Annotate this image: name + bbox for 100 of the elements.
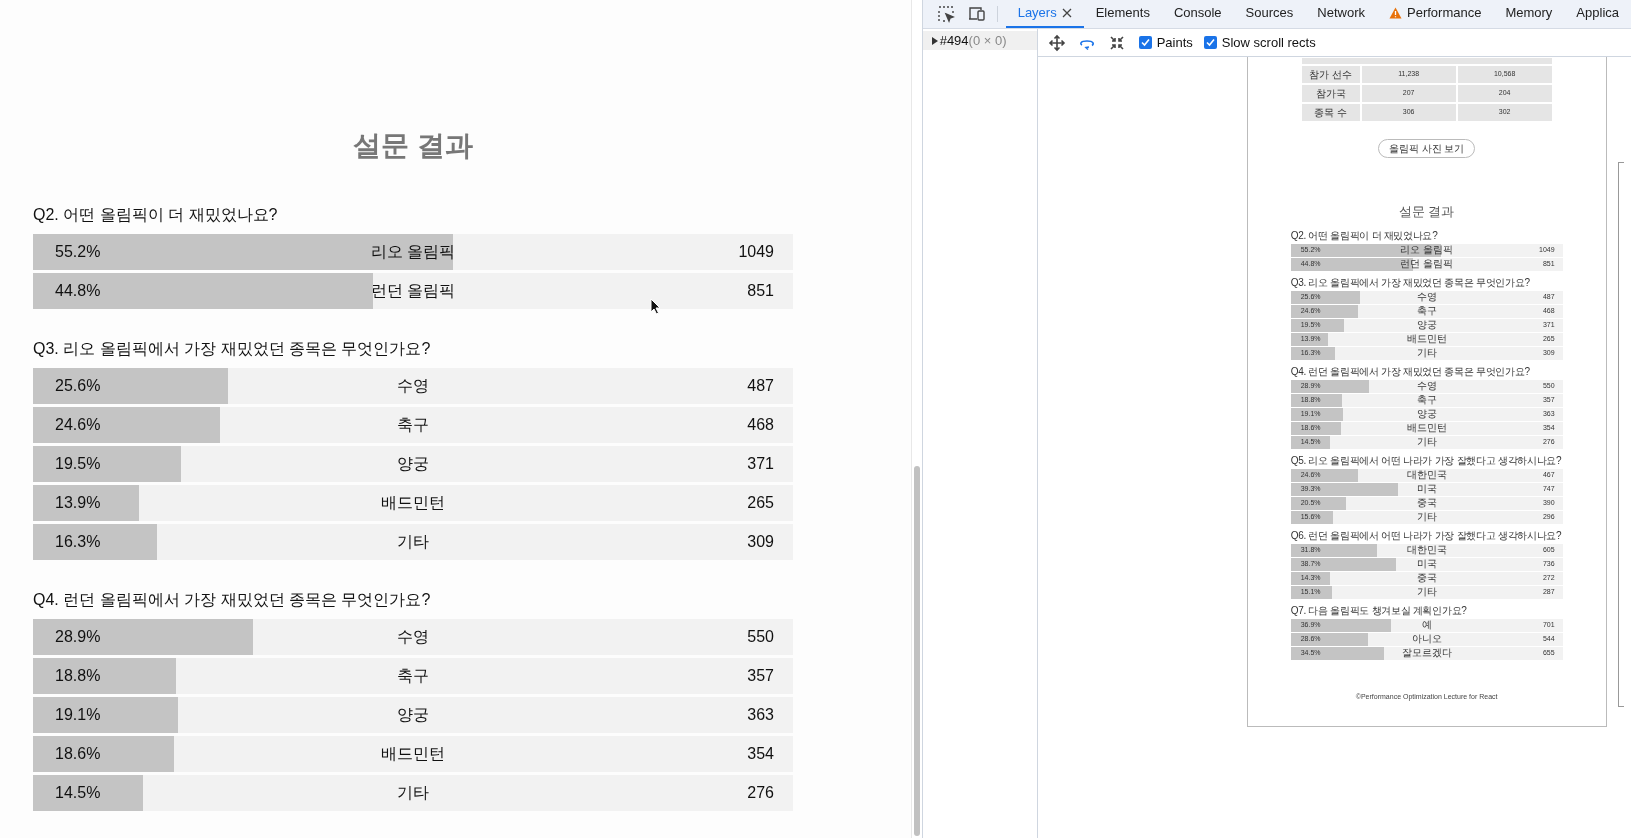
tab-label: Memory	[1505, 4, 1553, 23]
option-label: 양궁	[396, 705, 430, 725]
tab-label: Network	[1317, 4, 1365, 23]
question-text: Q5. 리오 올림픽에서 어떤 나라가 가장 잘했다고 생각하시나요?	[1290, 454, 1563, 467]
option-label: 수영	[396, 376, 430, 396]
devtools-tab[interactable]: Network	[1305, 0, 1377, 28]
option-label: 축구	[396, 415, 430, 435]
tab-label: Layers	[1017, 4, 1057, 23]
checkbox[interactable]	[1138, 36, 1152, 49]
checkbox-option[interactable]: Paints	[1138, 32, 1193, 53]
option-label: 기타	[396, 783, 430, 803]
option-label: 수영	[1415, 292, 1438, 302]
question-text: Q2. 어떤 올림픽이 더 재밌었나요?	[33, 205, 279, 225]
question-text: Q2. 어떤 올림픽이 더 재밌었나요?	[1290, 229, 1439, 242]
option-label: 기타	[1415, 348, 1438, 358]
option-label: 중국	[1415, 498, 1438, 508]
percent-text: 18.8%	[54, 666, 102, 686]
percent-text: 16.3%	[54, 532, 102, 552]
layer-tree-item[interactable]: #494(0 × 0)	[922, 31, 1037, 50]
mouse-cursor-icon	[650, 298, 661, 315]
option-label: 배드민턴	[1405, 334, 1448, 344]
tab-label: Performance	[1407, 4, 1482, 23]
table-cell: 참가국	[1301, 85, 1360, 102]
percent-text: 24.6%	[54, 415, 102, 435]
checkbox[interactable]	[1203, 36, 1217, 49]
devtools-tab[interactable]: Performance	[1377, 0, 1494, 28]
percent-text: 19.1%	[54, 705, 102, 725]
count-text: 357	[746, 666, 775, 686]
option-label: 미국	[1415, 484, 1438, 494]
option-label: 양궁	[1415, 409, 1438, 419]
option-label: 미국	[1415, 559, 1438, 569]
table-cell: 종목 수	[1301, 104, 1360, 121]
count-text: 363	[746, 705, 775, 725]
tab-label: Elements	[1095, 4, 1150, 23]
percent-text: 25.6%	[54, 376, 102, 396]
count-text: 265	[746, 493, 775, 513]
percent-text: 14.5%	[54, 783, 102, 803]
option-label: 수영	[396, 627, 430, 647]
option-label: 아니오	[1410, 634, 1443, 644]
tab-label: Console	[1173, 4, 1222, 23]
option-label: 리오 올림픽	[1399, 245, 1455, 255]
scrollbar-thumb[interactable]	[913, 466, 920, 836]
option-label: 대한민국	[1405, 545, 1448, 555]
percent-text: 44.8%	[54, 281, 102, 301]
devtools-tab[interactable]: Layers	[1005, 0, 1084, 28]
checkbox-label: Slow scroll rects	[1221, 33, 1316, 52]
count-text: 550	[746, 627, 775, 647]
option-label: 배드민턴	[380, 493, 446, 513]
option-label: 기타	[396, 532, 430, 552]
count-text: 468	[746, 415, 775, 435]
option-label: 기타	[1415, 587, 1438, 597]
layer-size: (0 × 0)	[968, 31, 1007, 50]
option-label: 리오 올림픽	[369, 242, 457, 262]
option-label: 양궁	[1415, 320, 1438, 330]
tab-label: Sources	[1245, 4, 1294, 23]
option-label: 대한민국	[1405, 470, 1448, 480]
count-text: 487	[746, 376, 775, 396]
count-text: 1049	[737, 242, 775, 262]
percent-text: 19.5%	[54, 454, 102, 474]
expand-triangle-icon[interactable]	[930, 36, 939, 45]
checkbox-option[interactable]: Slow scroll rects	[1203, 32, 1316, 53]
option-label: 런던 올림픽	[369, 281, 457, 301]
count-text: 354	[746, 744, 775, 764]
option-label: 축구	[1415, 306, 1438, 316]
survey-title: 설문 결과	[1398, 203, 1455, 221]
option-label: 양궁	[396, 454, 430, 474]
option-label: 중국	[1415, 573, 1438, 583]
devtools-tab[interactable]: Applica	[1564, 0, 1631, 28]
warning-icon	[1389, 7, 1402, 19]
percent-text: 55.2%	[54, 242, 102, 262]
option-label: 기타	[1415, 512, 1438, 522]
close-icon[interactable]	[1061, 8, 1072, 18]
count-text: 851	[746, 281, 775, 301]
count-text: 371	[746, 454, 775, 474]
percent-text: 28.9%	[54, 627, 102, 647]
option-label: 예	[1420, 620, 1433, 630]
question-text: Q4. 런던 올림픽에서 가장 재밌었던 종목은 무엇인가요?	[1290, 365, 1531, 378]
option-label: 배드민턴	[380, 744, 446, 764]
layer-name: #494	[939, 31, 969, 50]
devtools-tab[interactable]: Memory	[1493, 0, 1565, 28]
count-text: 309	[746, 532, 775, 552]
percent-text: 13.9%	[54, 493, 102, 513]
option-label: 배드민턴	[1405, 423, 1448, 433]
scrollbar[interactable]	[910, 0, 922, 838]
checkbox-label: Paints	[1156, 33, 1193, 52]
table-cell: 참가 선수	[1301, 66, 1360, 83]
page-title: 설문 결과	[352, 129, 474, 163]
option-label: 런던 올림픽	[1399, 259, 1455, 269]
devtools-tab[interactable]: Console	[1161, 0, 1234, 28]
option-label: 기타	[1415, 437, 1438, 447]
count-text: 276	[746, 783, 775, 803]
tab-label: Applica	[1576, 4, 1619, 23]
percent-text: 18.6%	[54, 744, 102, 764]
option-label: 잘모르겠다	[1400, 648, 1453, 658]
devtools-tab[interactable]: Elements	[1083, 0, 1162, 28]
question-text: Q4. 런던 올림픽에서 가장 재밌었던 종목은 무엇인가요?	[33, 590, 432, 610]
option-label: 축구	[396, 666, 430, 686]
question-text: Q6. 런던 올림픽에서 어떤 나라가 가장 잘했다고 생각하시나요?	[1290, 529, 1563, 542]
devtools-tab[interactable]: Sources	[1233, 0, 1306, 28]
option-label: 수영	[1415, 381, 1438, 391]
